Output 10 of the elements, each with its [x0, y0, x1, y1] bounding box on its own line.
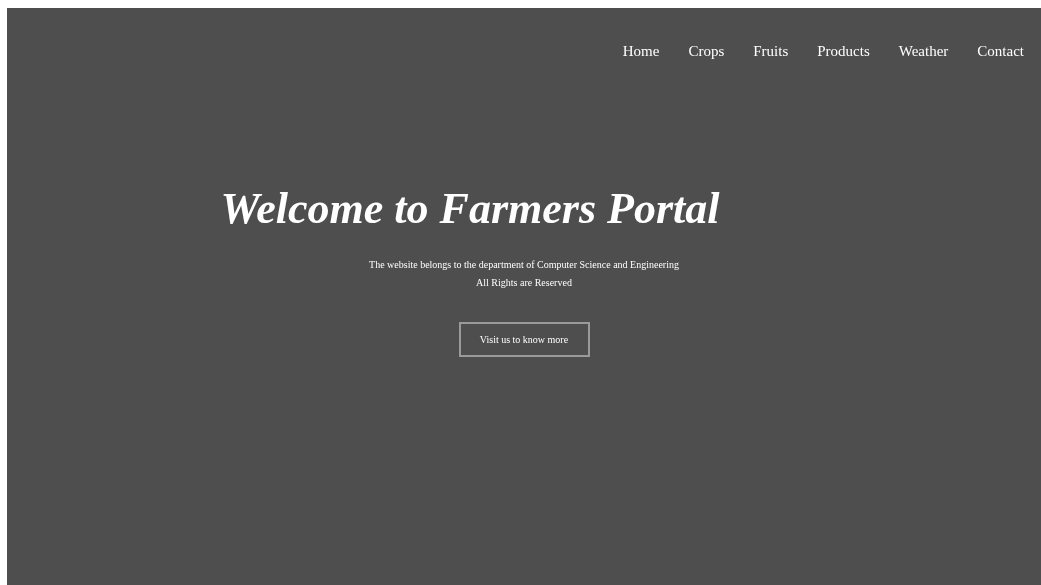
nav-link[interactable]: Contact	[977, 40, 1024, 63]
nav-link[interactable]: Home	[622, 40, 660, 63]
hero-subtitle: The website belongs to the department of Computer Science and Engineering	[369, 257, 679, 272]
nav-link[interactable]: Crops	[688, 40, 725, 63]
nav-link[interactable]: Fruits	[753, 40, 789, 63]
hero-title: Welcome to Farmers Portal	[220, 182, 720, 235]
hero-subtitle: All Rights are Reserved	[476, 275, 572, 290]
nav-link[interactable]: Weather	[898, 40, 949, 63]
visit-button[interactable]: Visit us to know more	[458, 321, 590, 357]
nav-link[interactable]: Products	[817, 40, 870, 63]
